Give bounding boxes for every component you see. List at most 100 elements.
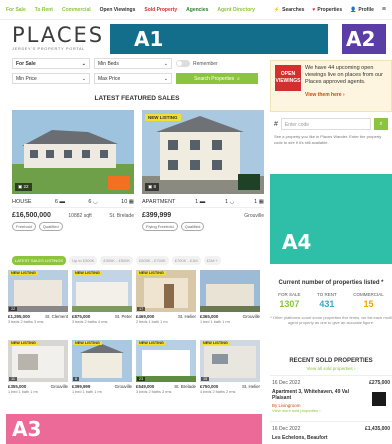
listing-photo[interactable]: NEW LISTING 15 [200,340,260,382]
view-all-sold-link[interactable]: View all sold properties › [270,366,392,371]
ad-slot-a1[interactable]: A1 [110,24,328,54]
bed-icon: ▬ [199,199,206,205]
remember-toggle[interactable]: Remember [176,60,218,67]
open-viewings-promo[interactable]: OPEN VIEWINGS We have 44 upcoming open vi… [270,60,392,112]
property-code-search-button[interactable]: ⌕ [374,118,388,130]
property-code-help: See a property you like in Places Wander… [274,134,382,145]
open-viewings-text: We have 44 upcoming open viewings live o… [305,65,383,85]
new-listing-badge: NEW LISTING [9,341,38,345]
listing-card[interactable]: NEW LISTING 17 £469,000 St. Helier 2 beds… [136,270,196,336]
listing-type-select[interactable]: For Sale ⌄ [12,58,90,69]
property-price: £399,999 [142,212,172,219]
sold-date: 16 Dec 2022 [272,426,301,432]
listing-location: Grouville [114,384,132,389]
property-photo[interactable]: ▣ 22 [12,110,134,194]
top-navigation: For Sale To Rent Commercial Open Viewing… [0,0,392,20]
places-logo[interactable]: PLACES JERSEY'S PROPERTY PORTAL [12,25,102,52]
bed-count: 6 ▬ [54,199,66,205]
listing-photo-illustration [200,270,260,312]
bed-icon: ▬ [59,199,66,205]
top-links: For Sale To Rent Commercial Open Viewing… [6,7,255,13]
filter-1m-plus[interactable]: £1M + [203,256,221,265]
photo-count: 22 [9,307,18,311]
listing-price: £469,000 [136,314,155,319]
listing-card[interactable]: NEW LISTING 23 £549,000 St. Brelade 3 bed… [136,340,196,406]
category-tag: Qualified [38,222,63,231]
property-price: £16,500,000 [12,212,51,219]
search-properties-button[interactable]: Search Properties ⌕ [176,73,258,84]
listing-card[interactable]: NEW LISTING £875,000 St. Peter 3 beds 2 b… [72,270,132,336]
for-sale-count: FOR SALE 1307 [278,292,301,309]
min-price-select[interactable]: Min Price ⌄ [12,73,90,84]
searches-link[interactable]: ⚡ Searches [274,7,304,13]
filter-latest-sales[interactable]: LATEST SALES LISTINGS [12,256,67,265]
filter-300k-500k[interactable]: £300K - £500K [100,256,134,265]
ad-slot-a3[interactable]: A3 [6,414,262,444]
property-location: Grouville [244,213,264,219]
featured-listing[interactable]: ▣ 22 HOUSE 6 ▬ 6 ◡ 10 ▦ £16,500,000 1088… [12,110,134,268]
nav-commercial[interactable]: Commercial [62,7,91,13]
sold-price: £1,435,000 [364,426,390,432]
filter-up-to-300k[interactable]: Up to £300K [69,256,98,265]
new-listing-badge: NEW LISTING [145,114,181,121]
listing-photo[interactable]: NEW LISTING 23 [136,340,196,382]
featured-sales-heading: LATEST FEATURED SALES [94,95,180,102]
properties-link[interactable]: ♥ Properties [312,7,342,13]
listing-location: St. Clement [45,314,68,319]
agent-sold-link[interactable]: View more sold properties › [272,408,390,413]
new-listing-badge: NEW LISTING [137,341,166,345]
filter-700k-1m[interactable]: £700K - £1M [171,256,201,265]
ad-slot-a2[interactable]: A2 [342,24,386,54]
listing-photo[interactable]: NEW LISTING [72,270,132,312]
sold-address: Apartment 3, Whitehaven, 49 Val Plaisant [272,389,349,401]
listing-spec: 3 beds 2 baths 3 rms [8,320,44,324]
sold-item[interactable]: 16 Dec 2022 £1,435,000 Les Echelons, Beau… [270,421,392,444]
listing-photo[interactable]: NEW LISTING 11 [8,340,68,382]
max-price-select[interactable]: Max Price ⌄ [94,73,172,84]
toggle-switch[interactable] [176,60,190,67]
listing-photo[interactable] [200,270,260,312]
sold-item[interactable]: 16 Dec 2022 £275,000 Apartment 3, Whiteha… [270,375,392,417]
listing-photo[interactable]: NEW LISTING 8 [72,340,132,382]
property-photo[interactable]: NEW LISTING ▣ 8 [142,110,264,194]
photo-count: 8 [73,377,80,381]
ad-slot-a4[interactable]: A4 [270,174,392,264]
listing-location: Grouville [242,314,260,319]
sold-address: Les Echelons, Beaufort [272,435,328,441]
listing-card[interactable]: NEW LISTING 11 £355,000 Grouville 1 bed 1… [8,340,68,406]
nav-for-sale[interactable]: For Sale [6,7,26,13]
heart-icon: ♥ [312,6,316,13]
property-size: 10882 sqft [68,213,92,219]
listing-photo[interactable]: NEW LISTING 17 [136,270,196,312]
nav-agent-directory[interactable]: Agent Directory [217,7,255,13]
open-viewings-link[interactable]: View them here › [305,92,345,98]
listing-card[interactable]: £365,000 Grouville 1 bed 1 bath 1 rm [200,270,260,336]
room-count: 1 ▦ [254,199,264,205]
menu-icon[interactable]: ≡ [382,6,386,13]
listing-price: £875,000 [72,314,91,319]
hash-icon: # [274,120,278,128]
listing-photo[interactable]: NEW LISTING 22 [8,270,68,312]
room-icon: ▦ [258,199,264,205]
listing-price: £365,000 [200,314,219,319]
search-icon: ⌕ [379,121,383,127]
room-count: 10 ▦ [121,199,134,205]
listing-spec: 3 beds 2 baths 3 rms [136,390,172,394]
featured-listing[interactable]: NEW LISTING ▣ 8 APARTMENT 1 ▬ 1 ◡ 1 ▦ £3… [142,110,264,268]
nav-agencies[interactable]: Agencies [186,7,208,13]
listing-card[interactable]: NEW LISTING 22 £1,295,000 St. Clement 3 b… [8,270,68,336]
nav-sold-property[interactable]: Sold Property [144,7,177,13]
property-code-input[interactable]: Enter code [280,118,371,130]
profile-link[interactable]: 👤 Profile [350,7,374,13]
filter-500k-700k[interactable]: £500K - £700K [136,256,169,265]
listing-photo-illustration [8,270,68,312]
listing-card[interactable]: NEW LISTING 8 £399,999 Grouville 1 bed 1 … [72,340,132,406]
nav-to-rent[interactable]: To Rent [35,7,53,13]
category-tag: Qualified [180,222,205,231]
min-beds-select[interactable]: Min Beds ⌄ [94,58,172,69]
bath-count: 6 ◡ [88,199,98,205]
listing-price: £355,000 [8,384,27,389]
select-arrow-icon: ⌄ [81,76,86,82]
nav-open-viewings[interactable]: Open Viewings [100,7,136,13]
listing-card[interactable]: NEW LISTING 15 £750,000 St. Helier 4 beds… [200,340,260,406]
